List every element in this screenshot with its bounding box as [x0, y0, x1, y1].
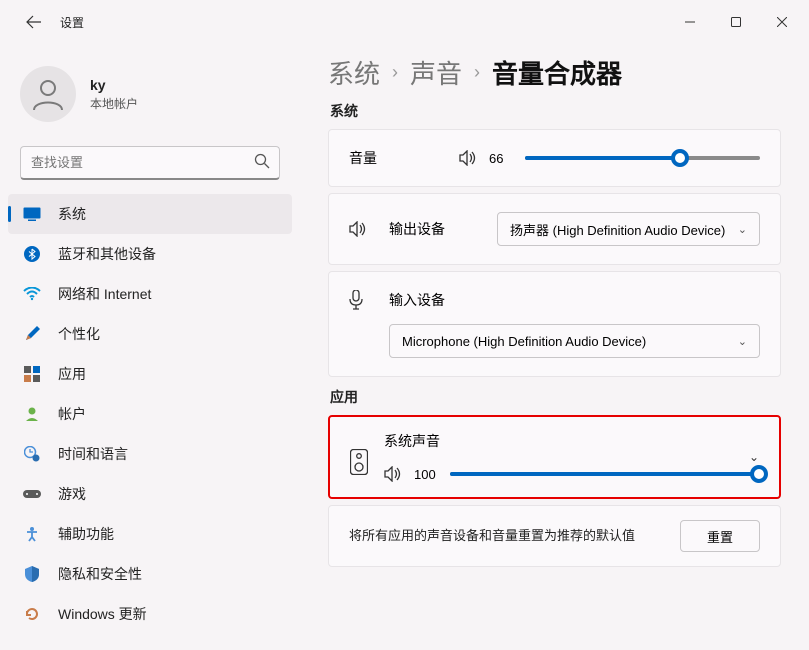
section-label-system: 系统: [330, 101, 781, 121]
sidebar-item-label: 蓝牙和其他设备: [58, 244, 156, 264]
microphone-icon: [349, 290, 371, 310]
sidebar-item-label: 隐私和安全性: [58, 564, 142, 584]
minimize-icon: [685, 17, 695, 27]
bluetooth-icon: [22, 244, 42, 264]
volume-slider[interactable]: [525, 149, 760, 167]
volume-value: 66: [489, 151, 521, 166]
reset-button[interactable]: 重置: [680, 520, 760, 552]
section-label-apps: 应用: [330, 387, 781, 407]
sidebar-item-label: 时间和语言: [58, 444, 128, 464]
back-arrow-icon: [26, 14, 42, 30]
output-device-select[interactable]: 扬声器 (High Definition Audio Device) ⌄: [497, 212, 760, 246]
sidebar-item-label: 辅助功能: [58, 524, 114, 544]
profile-block[interactable]: ky 本地帐户: [0, 56, 300, 140]
system-sounds-title: 系统声音: [384, 431, 759, 451]
app-volume-slider[interactable]: [450, 465, 759, 483]
maximize-icon: [731, 17, 741, 27]
volume-label: 音量: [349, 148, 459, 168]
chevron-right-icon: ›: [474, 62, 480, 83]
titlebar: 设置: [0, 0, 809, 44]
system-sounds-card[interactable]: 系统声音 100 ⌄: [328, 415, 781, 499]
account-icon: [22, 404, 42, 424]
breadcrumb-mixer: 音量合成器: [492, 54, 622, 91]
chevron-down-icon: ⌄: [738, 335, 747, 348]
sidebar-item-system[interactable]: 系统: [8, 194, 292, 234]
sidebar-item-apps[interactable]: 应用: [0, 354, 300, 394]
volume-card: 音量 66: [328, 129, 781, 187]
accessibility-icon: [22, 524, 42, 544]
output-device-value: 扬声器 (High Definition Audio Device): [510, 220, 725, 239]
shield-icon: [22, 564, 42, 584]
sidebar-item-personalization[interactable]: 个性化: [0, 314, 300, 354]
output-device-card: 输出设备 扬声器 (High Definition Audio Device) …: [328, 193, 781, 265]
input-device-card: 输入设备 Microphone (High Definition Audio D…: [328, 271, 781, 377]
apps-icon: [22, 364, 42, 384]
sidebar-item-label: 游戏: [58, 484, 86, 504]
profile-name: ky: [90, 77, 138, 93]
sidebar-item-gaming[interactable]: 游戏: [0, 474, 300, 514]
reset-card: 将所有应用的声音设备和音量重置为推荐的默认值 重置: [328, 505, 781, 567]
search-input[interactable]: [20, 146, 280, 180]
system-sound-icon: [350, 449, 368, 475]
speaker-icon[interactable]: [384, 466, 404, 482]
close-icon: [777, 17, 787, 27]
sidebar-item-label: 网络和 Internet: [58, 284, 151, 304]
nav-list: 系统 蓝牙和其他设备 网络和 Internet 个性化 应用 帐户: [0, 194, 300, 634]
gamepad-icon: [22, 484, 42, 504]
sidebar-item-label: Windows 更新: [58, 604, 147, 624]
wifi-icon: [22, 284, 42, 304]
breadcrumb: 系统 › 声音 › 音量合成器: [328, 54, 781, 91]
sidebar-item-label: 帐户: [58, 404, 86, 424]
minimize-button[interactable]: [667, 6, 713, 38]
breadcrumb-sound[interactable]: 声音: [410, 54, 462, 91]
sidebar-item-label: 应用: [58, 364, 86, 384]
sidebar-item-label: 系统: [58, 204, 86, 224]
update-icon: [22, 604, 42, 624]
chevron-right-icon: ›: [392, 62, 398, 83]
avatar: [20, 66, 76, 122]
chevron-down-icon: ⌄: [749, 450, 759, 464]
input-device-select[interactable]: Microphone (High Definition Audio Device…: [389, 324, 760, 358]
search-icon: [254, 153, 270, 169]
clock-globe-icon: [22, 444, 42, 464]
profile-subtitle: 本地帐户: [90, 95, 138, 112]
speaker-icon[interactable]: [459, 150, 479, 166]
person-icon: [28, 74, 68, 114]
back-button[interactable]: [14, 2, 54, 42]
sidebar-item-accounts[interactable]: 帐户: [0, 394, 300, 434]
output-device-label: 输出设备: [389, 219, 479, 239]
sidebar-item-privacy[interactable]: 隐私和安全性: [0, 554, 300, 594]
chevron-down-icon: ⌄: [738, 223, 747, 236]
sidebar: ky 本地帐户 系统 蓝牙和其他设备 网络和 Internet: [0, 44, 300, 650]
brush-icon: [22, 324, 42, 344]
maximize-button[interactable]: [713, 6, 759, 38]
sidebar-item-update[interactable]: Windows 更新: [0, 594, 300, 634]
sidebar-item-time[interactable]: 时间和语言: [0, 434, 300, 474]
input-device-value: Microphone (High Definition Audio Device…: [402, 334, 646, 349]
app-title: 设置: [60, 14, 84, 31]
sidebar-item-network[interactable]: 网络和 Internet: [0, 274, 300, 314]
speaker-icon: [349, 221, 371, 237]
reset-description: 将所有应用的声音设备和音量重置为推荐的默认值: [349, 526, 635, 546]
app-volume-value: 100: [414, 467, 446, 482]
system-icon: [22, 204, 42, 224]
sidebar-item-label: 个性化: [58, 324, 100, 344]
breadcrumb-system[interactable]: 系统: [328, 54, 380, 91]
sidebar-item-bluetooth[interactable]: 蓝牙和其他设备: [0, 234, 300, 274]
close-button[interactable]: [759, 6, 805, 38]
sidebar-item-accessibility[interactable]: 辅助功能: [0, 514, 300, 554]
content-area: 系统 › 声音 › 音量合成器 系统 音量 66: [300, 44, 809, 650]
input-device-label: 输入设备: [389, 290, 479, 310]
